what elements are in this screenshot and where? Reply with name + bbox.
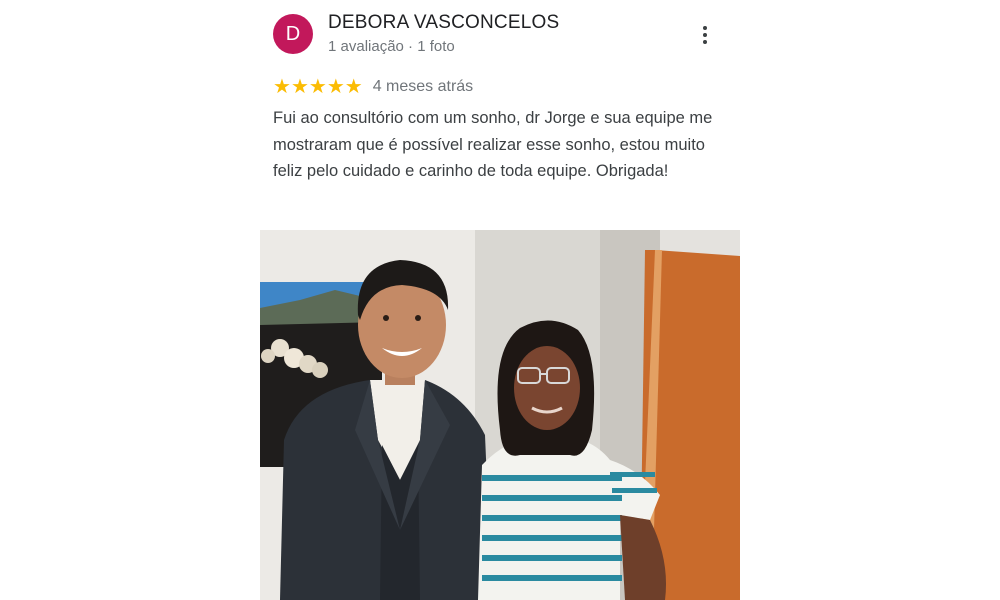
rating-row: ★ ★ ★ ★ ★ 4 meses atrás — [273, 77, 473, 97]
review-text: Fui ao consultório com um sonho, dr Jorg… — [273, 109, 713, 180]
author-name[interactable]: DEBORA VASCONCELOS — [328, 12, 559, 34]
more-vert-icon[interactable] — [694, 24, 716, 48]
star-icon: ★ — [326, 76, 345, 98]
avatar[interactable]: D — [273, 14, 313, 54]
review-card: D DEBORA VASCONCELOS 1 avaliação · 1 fot… — [260, 0, 740, 600]
star-icon: ★ — [273, 76, 291, 98]
star-rating: ★ ★ ★ ★ ★ — [273, 77, 363, 97]
star-icon: ★ — [308, 76, 327, 98]
star-icon: ★ — [344, 76, 363, 98]
star-icon: ★ — [290, 76, 309, 98]
review-photo[interactable] — [260, 230, 740, 600]
author-stats: 1 avaliação · 1 foto — [328, 38, 455, 55]
review-date: 4 meses atrás — [372, 78, 474, 95]
